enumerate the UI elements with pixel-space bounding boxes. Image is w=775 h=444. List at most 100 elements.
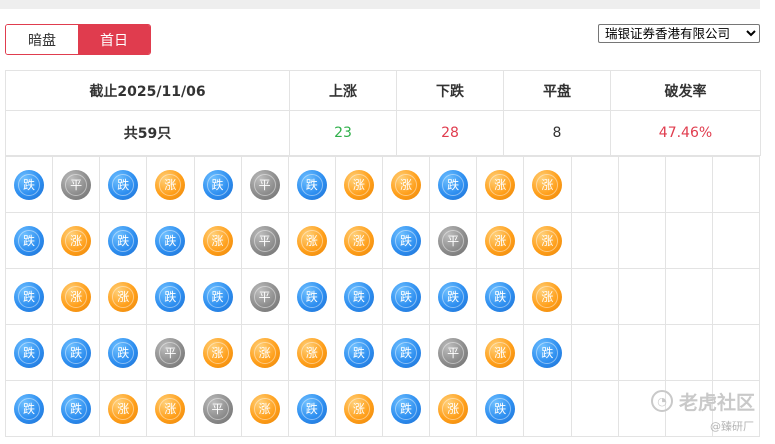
result-ball-down[interactable]: 跌 xyxy=(155,281,186,312)
grid-cell xyxy=(664,324,713,381)
result-ball-down[interactable]: 跌 xyxy=(202,169,233,200)
result-ball-label: 跌 xyxy=(494,402,507,416)
result-ball-down[interactable]: 跌 xyxy=(14,169,45,200)
result-ball-label: 跌 xyxy=(400,234,413,248)
result-ball-down[interactable]: 跌 xyxy=(296,169,327,200)
result-ball-flat[interactable]: 平 xyxy=(249,169,280,200)
result-ball-up[interactable]: 涨 xyxy=(485,169,516,200)
result-ball-up[interactable]: 涨 xyxy=(249,393,280,424)
grid-cell: 跌 xyxy=(193,156,242,213)
result-ball-label: 平 xyxy=(70,178,83,192)
result-ball-down[interactable]: 跌 xyxy=(438,281,469,312)
grid-cell xyxy=(711,268,761,325)
result-ball-down[interactable]: 跌 xyxy=(61,337,92,368)
result-ball-label: 涨 xyxy=(541,290,554,304)
result-ball-down[interactable]: 跌 xyxy=(202,281,233,312)
result-ball-label: 涨 xyxy=(211,234,224,248)
result-ball-flat[interactable]: 平 xyxy=(249,225,280,256)
grid-cell xyxy=(570,268,619,325)
date-header: 截止2025/11/06 xyxy=(5,70,290,111)
result-ball-down[interactable]: 跌 xyxy=(343,337,374,368)
result-ball-up[interactable]: 涨 xyxy=(391,169,422,200)
result-ball-down[interactable]: 跌 xyxy=(155,225,186,256)
result-ball-flat[interactable]: 平 xyxy=(438,337,469,368)
result-ball-down[interactable]: 跌 xyxy=(485,281,516,312)
grid-cell: 平 xyxy=(146,324,195,381)
grid-cell: 跌 xyxy=(476,268,525,325)
result-ball-down[interactable]: 跌 xyxy=(485,393,516,424)
result-ball-flat[interactable]: 平 xyxy=(202,393,233,424)
grid-cell xyxy=(570,212,619,269)
result-ball-label: 跌 xyxy=(70,402,83,416)
result-ball-up[interactable]: 涨 xyxy=(532,281,563,312)
result-ball-label: 跌 xyxy=(447,178,460,192)
result-ball-up[interactable]: 涨 xyxy=(532,169,563,200)
result-ball-down[interactable]: 跌 xyxy=(14,337,45,368)
result-ball-down[interactable]: 跌 xyxy=(391,393,422,424)
result-ball-up[interactable]: 涨 xyxy=(249,337,280,368)
result-ball-label: 跌 xyxy=(23,178,36,192)
grid-cell xyxy=(664,156,713,213)
grid-cell: 涨 xyxy=(287,212,336,269)
grid-row: 跌跌涨涨平涨跌涨跌涨跌 xyxy=(4,380,761,437)
grid-cell: 跌 xyxy=(287,156,336,213)
grid-cell: 跌 xyxy=(4,268,54,325)
result-ball-up[interactable]: 涨 xyxy=(61,281,92,312)
result-ball-down[interactable]: 跌 xyxy=(14,393,45,424)
result-ball-flat[interactable]: 平 xyxy=(438,225,469,256)
result-ball-down[interactable]: 跌 xyxy=(108,337,139,368)
result-ball-label: 涨 xyxy=(258,346,271,360)
grid-cell: 跌 xyxy=(99,156,148,213)
result-ball-up[interactable]: 涨 xyxy=(108,281,139,312)
result-ball-down[interactable]: 跌 xyxy=(391,281,422,312)
result-ball-flat[interactable]: 平 xyxy=(61,169,92,200)
result-ball-label: 跌 xyxy=(447,290,460,304)
result-ball-up[interactable]: 涨 xyxy=(202,337,233,368)
result-ball-up[interactable]: 涨 xyxy=(202,225,233,256)
result-ball-up[interactable]: 涨 xyxy=(343,169,374,200)
result-ball-up[interactable]: 涨 xyxy=(108,393,139,424)
result-ball-up[interactable]: 涨 xyxy=(155,169,186,200)
grid-cell: 跌 xyxy=(99,212,148,269)
tab-grey-market[interactable]: 暗盘 xyxy=(6,25,78,54)
result-ball-down[interactable]: 跌 xyxy=(438,169,469,200)
result-ball-up[interactable]: 涨 xyxy=(296,225,327,256)
result-ball-label: 涨 xyxy=(352,402,365,416)
result-ball-up[interactable]: 涨 xyxy=(343,225,374,256)
result-ball-down[interactable]: 跌 xyxy=(391,225,422,256)
ipo-result-grid: 跌平跌涨跌平跌涨涨跌涨涨跌涨跌跌涨平涨涨跌平涨涨跌涨涨跌跌平跌跌跌跌跌涨跌跌跌平… xyxy=(4,156,761,437)
result-ball-label: 涨 xyxy=(541,234,554,248)
grid-cell: 跌 xyxy=(99,324,148,381)
result-ball-up[interactable]: 涨 xyxy=(296,337,327,368)
result-ball-down[interactable]: 跌 xyxy=(343,281,374,312)
result-ball-flat[interactable]: 平 xyxy=(249,281,280,312)
result-ball-up[interactable]: 涨 xyxy=(485,337,516,368)
result-ball-label: 涨 xyxy=(400,178,413,192)
grid-cell xyxy=(617,324,666,381)
down-count: 28 xyxy=(396,110,504,156)
result-ball-up[interactable]: 涨 xyxy=(61,225,92,256)
result-ball-up[interactable]: 涨 xyxy=(438,393,469,424)
watermark: ◔ 老虎社区 xyxy=(651,388,766,414)
result-ball-up[interactable]: 涨 xyxy=(343,393,374,424)
result-ball-down[interactable]: 跌 xyxy=(391,337,422,368)
result-ball-up[interactable]: 涨 xyxy=(155,393,186,424)
grid-cell xyxy=(570,380,619,437)
result-ball-up[interactable]: 涨 xyxy=(532,225,563,256)
result-ball-down[interactable]: 跌 xyxy=(296,393,327,424)
top-bar xyxy=(0,0,760,9)
result-ball-down[interactable]: 跌 xyxy=(532,337,563,368)
result-ball-down[interactable]: 跌 xyxy=(108,225,139,256)
up-count: 23 xyxy=(289,110,397,156)
broker-select[interactable]: 瑞银证券香港有限公司 xyxy=(598,24,760,43)
result-ball-down[interactable]: 跌 xyxy=(108,169,139,200)
result-ball-down[interactable]: 跌 xyxy=(61,393,92,424)
result-ball-down[interactable]: 跌 xyxy=(14,225,45,256)
tab-first-day[interactable]: 首日 xyxy=(78,25,150,54)
result-ball-down[interactable]: 跌 xyxy=(296,281,327,312)
result-ball-up[interactable]: 涨 xyxy=(485,225,516,256)
result-ball-label: 跌 xyxy=(352,290,365,304)
result-ball-flat[interactable]: 平 xyxy=(155,337,186,368)
result-ball-down[interactable]: 跌 xyxy=(14,281,45,312)
result-ball-label: 跌 xyxy=(117,178,130,192)
